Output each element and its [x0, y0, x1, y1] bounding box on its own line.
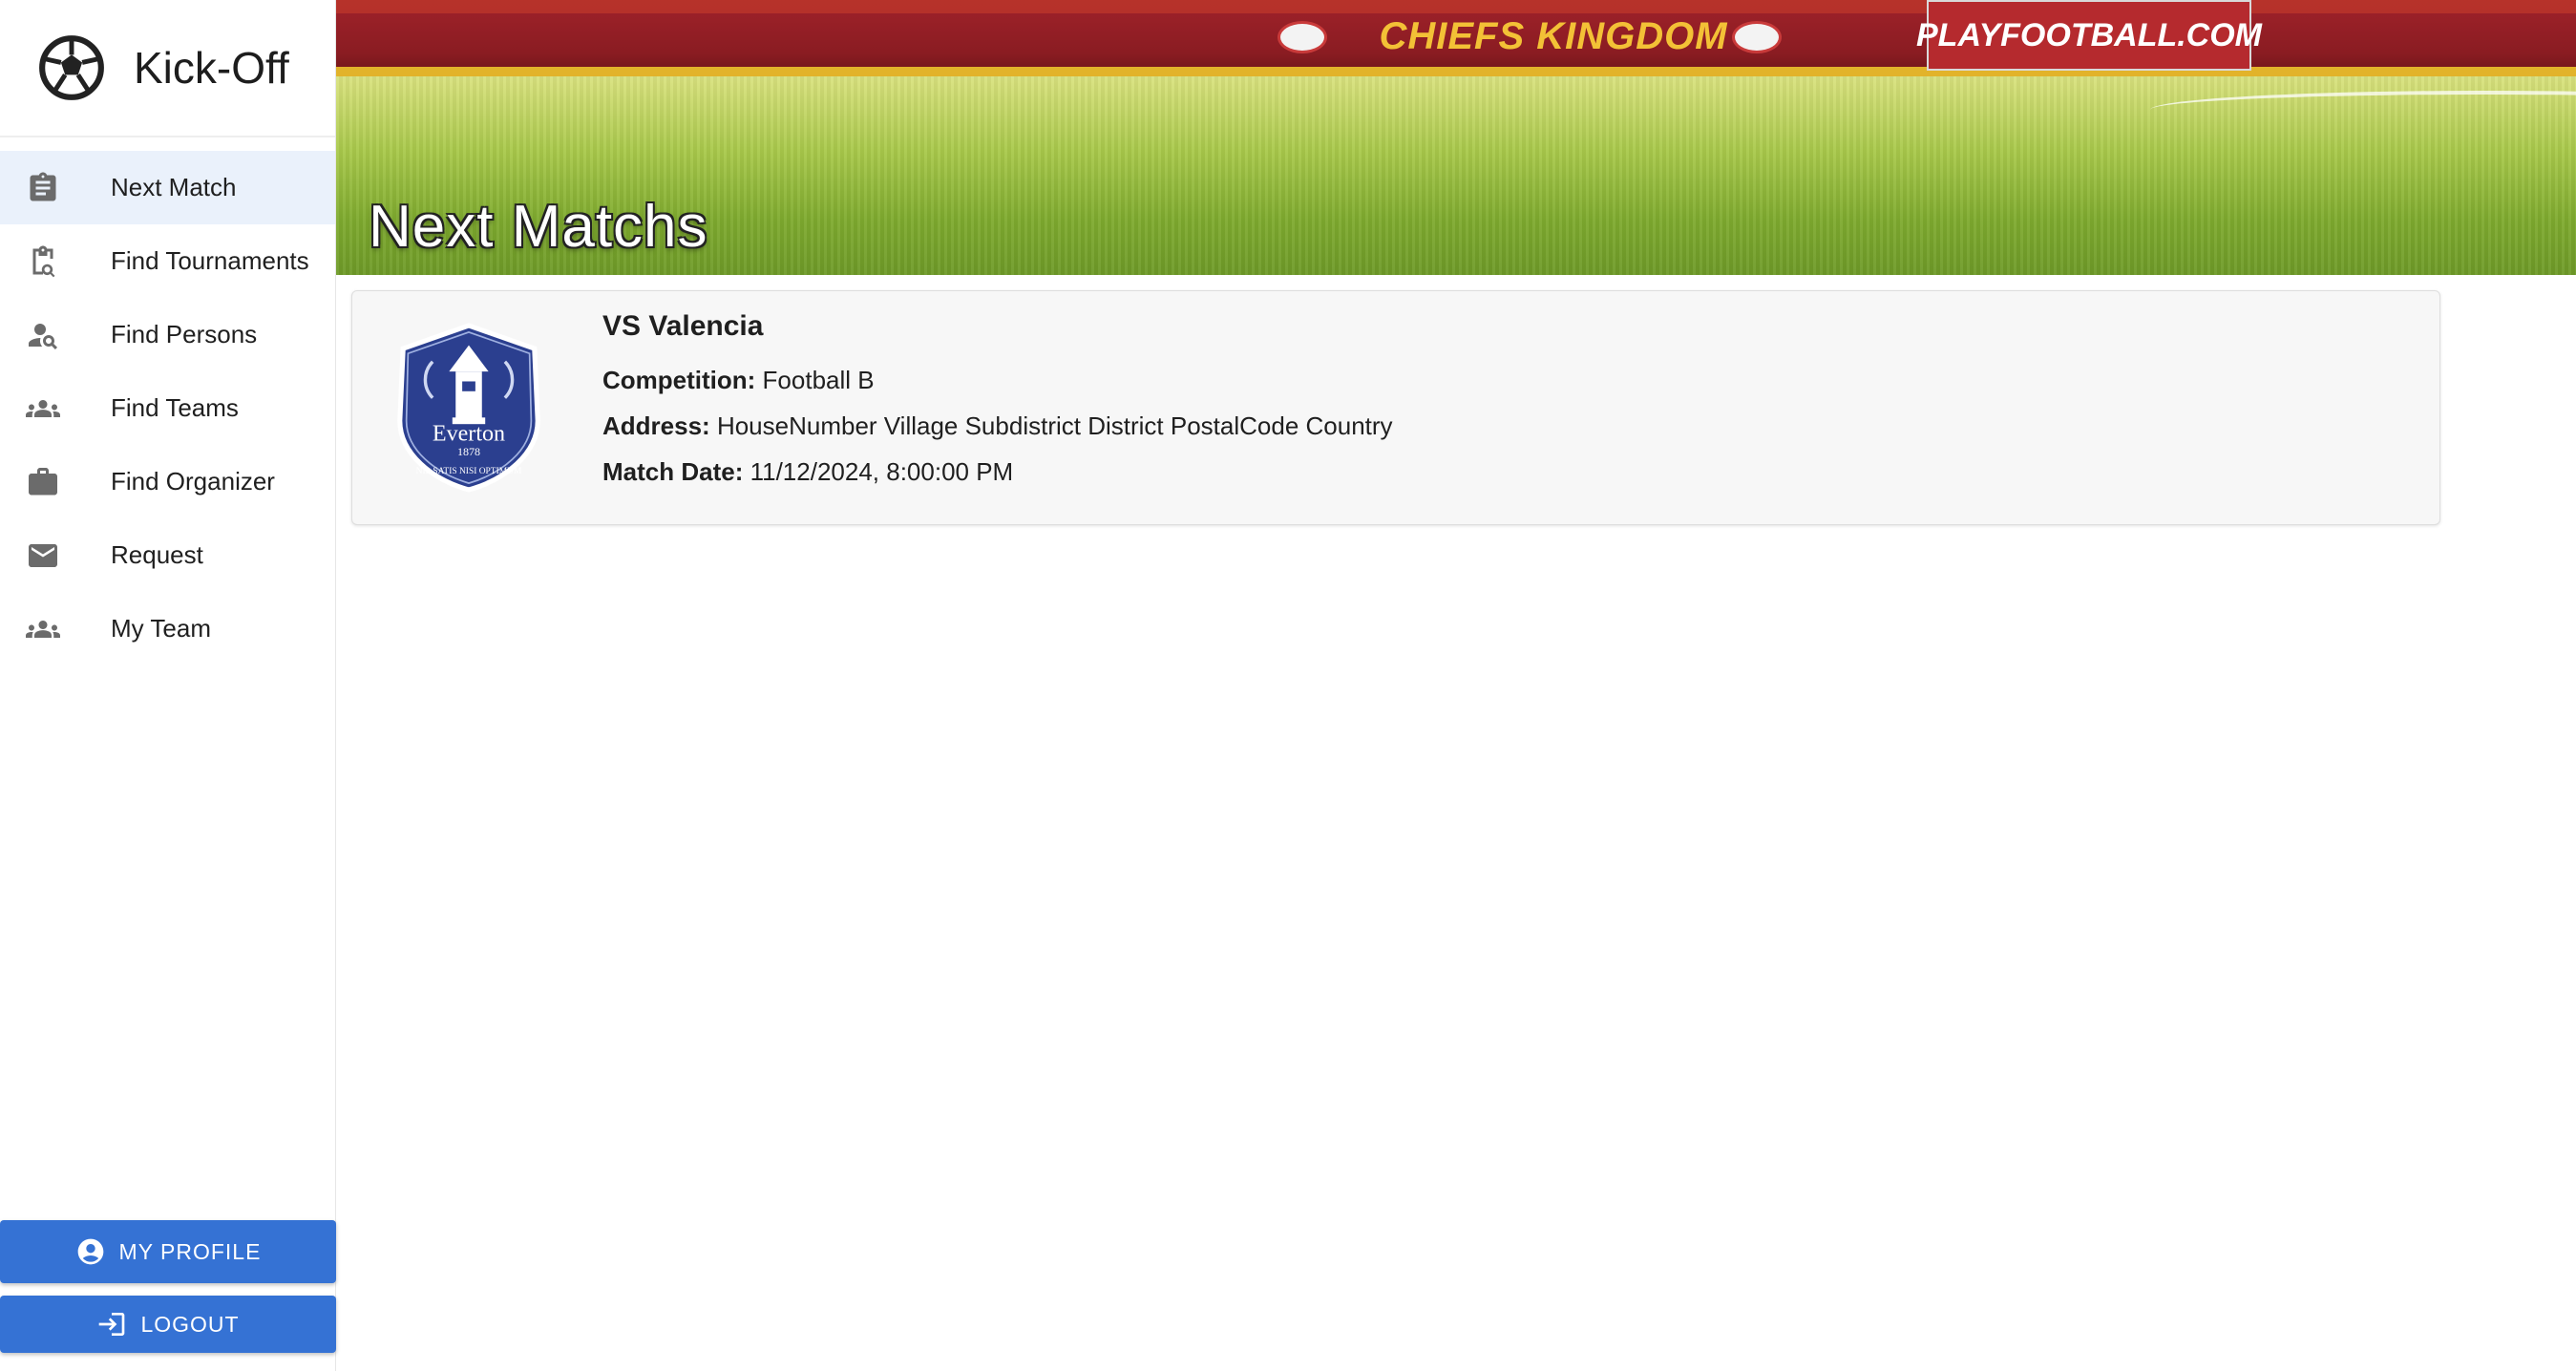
stadium-banner-right: PLAYFOOTBALL.COM: [1916, 0, 2262, 71]
sidebar-item-find-organizer[interactable]: Find Organizer: [0, 445, 335, 518]
my-profile-label: MY PROFILE: [118, 1238, 262, 1264]
person-search-icon: [25, 317, 61, 353]
match-date-row: Match Date: 11/12/2024, 8:00:00 PM: [602, 457, 1393, 487]
match-date-label: Match Date:: [602, 457, 744, 486]
match-info: VS Valencia Competition: Football B Addr…: [602, 310, 1393, 503]
arrowhead-logo-icon: [1732, 21, 1782, 53]
crest-motto: NIL SATIS NISI OPTIMUM: [416, 467, 522, 476]
match-date-value: 11/12/2024, 8:00:00 PM: [750, 457, 1014, 486]
groups-icon: [25, 390, 61, 427]
address-value: HouseNumber Village Subdistrict District…: [716, 411, 1393, 440]
login-icon: [99, 1313, 125, 1336]
address-row: Address: HouseNumber Village Subdistrict…: [602, 411, 1393, 441]
competition-row: Competition: Football B: [602, 366, 1393, 395]
arrowhead-logo-icon: [1277, 21, 1327, 53]
sidebar-item-label: Find Organizer: [111, 467, 275, 496]
brand[interactable]: Kick-Off: [0, 0, 335, 137]
address-label: Address:: [602, 411, 710, 440]
logout-button[interactable]: LOGOUT: [0, 1296, 336, 1353]
hero-banner: CHIEFS KINGDOM PLAYFOOTBALL.COM Next Mat…: [336, 0, 2576, 275]
sidebar-item-find-tournaments[interactable]: Find Tournaments: [0, 224, 335, 298]
sidebar-item-request[interactable]: Request: [0, 518, 335, 592]
sidebar-item-find-teams[interactable]: Find Teams: [0, 371, 335, 445]
app-name: Kick-Off: [134, 43, 289, 93]
sidebar-item-find-persons[interactable]: Find Persons: [0, 298, 335, 371]
logout-label: LOGOUT: [140, 1311, 240, 1337]
clipboard-icon: [25, 170, 61, 206]
sidebar-item-label: Find Persons: [111, 320, 258, 348]
match-card[interactable]: Everton 1878 NIL SATIS NISI OPTIMUM VS V…: [351, 290, 2440, 525]
account-circle-icon: [77, 1238, 103, 1265]
sidebar-item-label: Request: [111, 540, 203, 569]
sidebar-item-label: Find Tournaments: [111, 246, 309, 275]
soccer-ball-icon: [39, 35, 104, 100]
briefcase-icon: [25, 464, 61, 500]
sidebar-item-label: Next Match: [111, 173, 237, 201]
match-title: VS Valencia: [602, 310, 764, 342]
sidebar-nav: Next Match Find Tournaments Find Persons…: [0, 151, 335, 665]
clipboard-search-icon: [25, 243, 61, 280]
sidebar: Kick-Off Next Match Find Tournaments Fin…: [0, 0, 336, 1371]
crest-name: Everton: [433, 421, 505, 446]
crest-year: 1878: [457, 445, 480, 458]
competition-value: Football B: [762, 366, 875, 394]
stadium-banner-left: CHIEFS KINGDOM: [1379, 14, 1728, 57]
competition-label: Competition:: [602, 366, 756, 394]
sidebar-item-my-team[interactable]: My Team: [0, 592, 335, 665]
team-icon: [25, 611, 61, 647]
page-title: Next Matchs: [369, 194, 708, 260]
team-crest-icon: Everton 1878 NIL SATIS NISI OPTIMUM: [397, 323, 540, 493]
sidebar-item-label: Find Teams: [111, 393, 239, 422]
sidebar-item-label: My Team: [111, 614, 211, 643]
my-profile-button[interactable]: MY PROFILE: [0, 1220, 336, 1283]
mail-icon: [25, 538, 61, 574]
sidebar-item-next-match[interactable]: Next Match: [0, 151, 335, 224]
